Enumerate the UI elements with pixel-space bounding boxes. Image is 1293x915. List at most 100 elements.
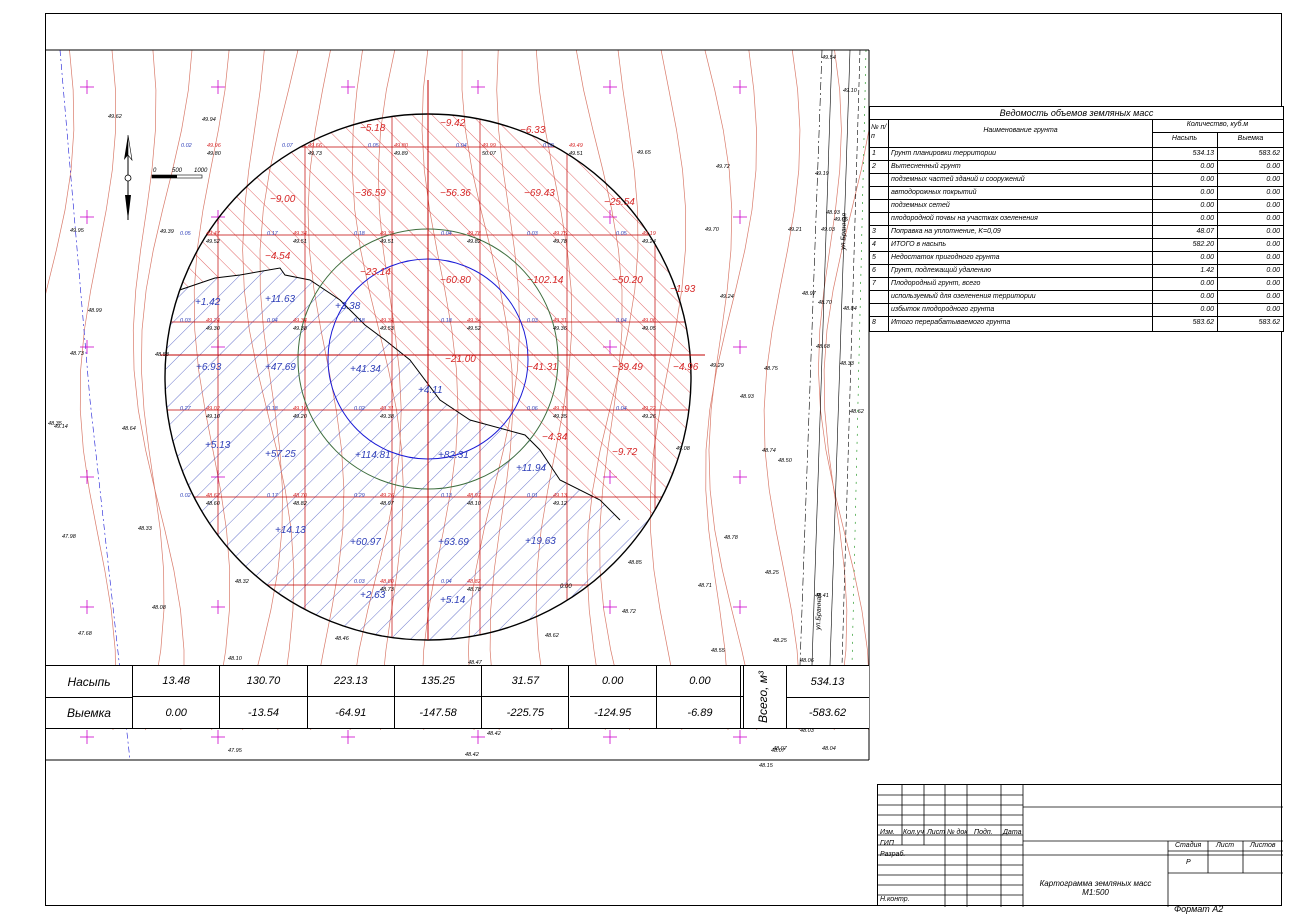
elevation-mark: 49.62 bbox=[108, 114, 122, 120]
cut-fill-zones bbox=[165, 114, 691, 640]
volume-row-fill: 0.00 bbox=[1200, 280, 1214, 287]
cell-volume: +11.63 bbox=[265, 294, 296, 305]
volume-row-num: 5 bbox=[872, 254, 876, 261]
cell-volume: −5.18 bbox=[360, 123, 386, 134]
summary-fill-value: 0.00 bbox=[656, 666, 745, 697]
summary-total-label-text: Всего, м³ bbox=[756, 670, 771, 724]
node-design: 49.31 bbox=[380, 406, 394, 412]
grid-cross-marker bbox=[603, 600, 617, 614]
elevation-mark: 48.50 bbox=[778, 458, 793, 464]
grid-node: 0.02 49.96 49.80 bbox=[181, 143, 222, 157]
elevation-mark: 48.72 bbox=[622, 609, 636, 615]
elevation-mark: 47.98 bbox=[62, 534, 77, 540]
cell-volume: −56.36 bbox=[440, 188, 471, 199]
stamp-list: Лист bbox=[1216, 842, 1235, 849]
elevation-mark: 48.42 bbox=[465, 752, 479, 758]
elevation-mark: 49.95 bbox=[70, 228, 85, 234]
volume-row-cut: 0.00 bbox=[1266, 202, 1280, 209]
volume-row-cut: 0.00 bbox=[1266, 228, 1280, 235]
elevation-mark: 49.14 bbox=[54, 424, 68, 430]
volume-table-row: используемый для озеленения территории 0.… bbox=[870, 290, 1283, 303]
node-delta: 0.03 bbox=[354, 579, 366, 585]
elevation-mark: 49.08 bbox=[676, 446, 691, 452]
contour-line bbox=[763, 50, 801, 731]
cell-volume: +82.31 bbox=[438, 450, 469, 461]
volume-row-cut: 0.00 bbox=[1266, 176, 1280, 183]
node-delta: 0.18 bbox=[267, 406, 279, 412]
stamp-podp: Подп. bbox=[974, 829, 993, 836]
elevation-mark: 48.62 bbox=[850, 409, 864, 415]
cell-volume: +1.42 bbox=[195, 297, 221, 308]
node-existing: 49.35 bbox=[553, 414, 568, 420]
scale-bar bbox=[151, 174, 203, 179]
volume-row-cut: 0.00 bbox=[1266, 293, 1280, 300]
grid-cross-marker bbox=[471, 730, 485, 744]
node-delta: 0.06 bbox=[527, 406, 539, 412]
elevation-mark: 48.58 bbox=[155, 352, 170, 358]
elevation-mark: 49.94 bbox=[202, 117, 216, 123]
volume-table-row: избыток плодородного грунта 0.00 0.00 bbox=[870, 303, 1283, 316]
elevation-mark: 49.70 bbox=[705, 227, 720, 233]
elevation-mark: 48.06 bbox=[800, 658, 815, 664]
node-delta: 0.02 bbox=[181, 143, 192, 149]
volume-row-num: 3 bbox=[872, 228, 876, 235]
cell-volume: +60.97 bbox=[350, 537, 381, 548]
node-existing: 49.36 bbox=[553, 326, 568, 332]
volume-row-fill: 583.62 bbox=[1192, 319, 1214, 326]
cell-volume: −4.54 bbox=[265, 251, 291, 262]
cell-volume: −21.00 bbox=[445, 354, 476, 365]
node-delta: 0.27 bbox=[180, 406, 192, 412]
node-existing: 49.24 bbox=[642, 239, 656, 245]
volume-row-num: 7 bbox=[872, 280, 876, 287]
node-existing: 49.26 bbox=[642, 414, 657, 420]
summary-cut-value: -147.58 bbox=[395, 697, 483, 728]
volume-table-row: подземных частей зданий и сооружений 0.00… bbox=[870, 173, 1283, 186]
volume-table-row: 2 Вытесненный грунт 0.00 0.00 bbox=[870, 160, 1283, 173]
node-design: 49.80 bbox=[394, 143, 409, 149]
street-name-2: ул.Бранная bbox=[815, 593, 823, 631]
elevation-mark: 48.25 bbox=[773, 638, 788, 644]
node-design: 49.13 bbox=[553, 493, 568, 499]
volume-row-num: 8 bbox=[872, 319, 876, 326]
node-existing: 49.38 bbox=[380, 414, 395, 420]
volume-row-fill: 0.00 bbox=[1200, 254, 1214, 261]
volume-table-row: 6 Грунт, подлежащий удалению 1.42 0.00 bbox=[870, 264, 1283, 277]
summary-fill-value: 130.70 bbox=[220, 666, 308, 697]
stamp-list-h: Лист bbox=[927, 829, 946, 836]
grid-cross-marker bbox=[211, 600, 225, 614]
summary-fill-value: 31.57 bbox=[482, 666, 570, 697]
stamp-ndok: № док bbox=[947, 829, 968, 836]
node-design: 49.02 bbox=[206, 406, 220, 412]
volume-row-name: используемый для озеленения территории bbox=[891, 293, 1036, 300]
elevation-mark: 48.75 bbox=[764, 366, 779, 372]
volume-row-name: ИТОГО в насыпь bbox=[891, 241, 947, 248]
node-delta: 0.18 bbox=[441, 318, 453, 324]
node-delta: 0.04 bbox=[616, 318, 627, 324]
elevation-mark: 48.85 bbox=[628, 560, 643, 566]
node-existing: 49.52 bbox=[467, 326, 481, 332]
node-design: 48.62 bbox=[206, 493, 220, 499]
stamp-stadia: Стадия bbox=[1175, 842, 1202, 849]
cell-volume: −9.72 bbox=[612, 447, 638, 458]
summary-total-fill: 534.13 bbox=[786, 666, 869, 698]
node-design: 49.24 bbox=[206, 318, 220, 324]
elevation-mark: 48.04 bbox=[822, 746, 836, 752]
node-design: 49.34 bbox=[293, 318, 307, 324]
contour-line bbox=[705, 50, 757, 731]
cell-volume: +5.13 bbox=[205, 440, 231, 451]
node-design: 49.26 bbox=[380, 493, 395, 499]
drawing-title: Картограмма земляных масс М1:500 bbox=[1023, 879, 1168, 897]
node-delta: 0.02 bbox=[543, 143, 554, 149]
node-existing: 48.78 bbox=[467, 587, 482, 593]
node-delta: 0.02 bbox=[180, 493, 191, 499]
title-block: Изм. Кол.уч Лист № док Подп. Дата ГИП Ра… bbox=[877, 784, 1283, 907]
volume-table-col-fill: Насыпь bbox=[1171, 135, 1198, 142]
cell-volume: +5.14 bbox=[440, 595, 466, 606]
node-design: 48.80 bbox=[380, 579, 395, 585]
elevation-mark: 48.78 bbox=[724, 535, 739, 541]
grid-cross-marker bbox=[733, 470, 747, 484]
cell-volume: +57.25 bbox=[265, 449, 296, 460]
node-delta: 0.04 bbox=[441, 231, 452, 237]
elevation-mark: 47.95 bbox=[228, 748, 243, 754]
elevation-mark: 49.29 bbox=[710, 363, 724, 369]
